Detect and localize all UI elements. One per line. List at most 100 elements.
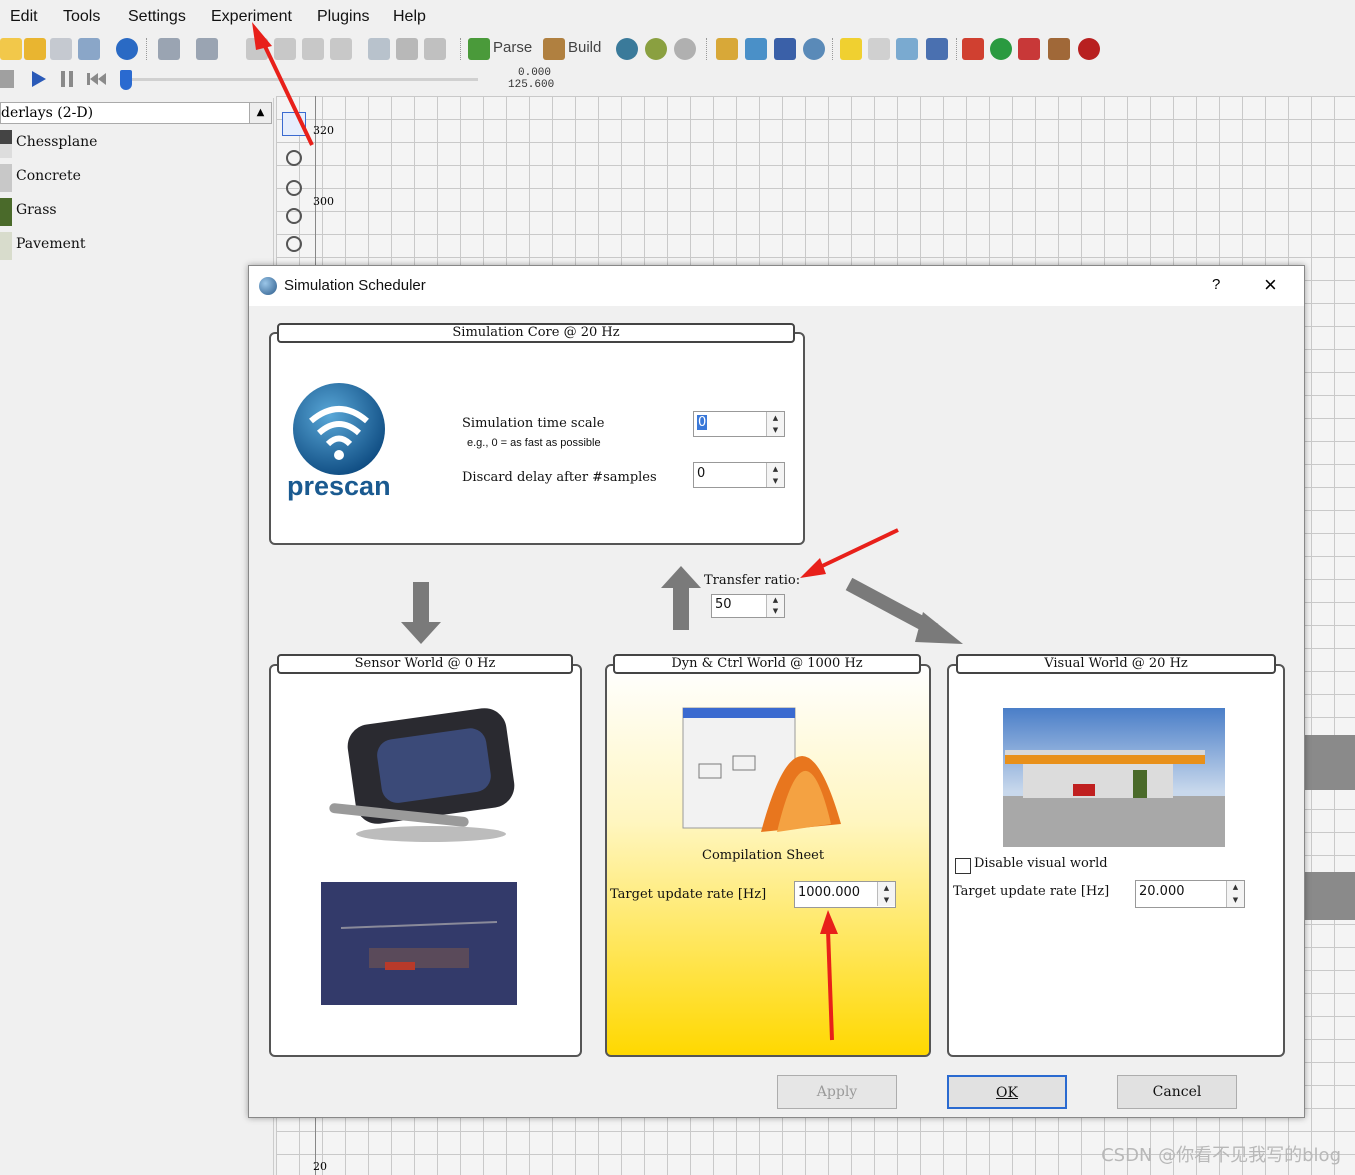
bug-icon[interactable]	[1078, 38, 1100, 60]
build-hammer-icon[interactable]	[543, 38, 565, 60]
calendar-icon[interactable]	[774, 38, 796, 60]
new-icon[interactable]	[0, 38, 22, 60]
simulation-core-title: Simulation Core @ 20 Hz	[277, 323, 795, 343]
draw-icon[interactable]	[745, 38, 767, 60]
rain-icon[interactable]	[896, 38, 918, 60]
menu-tools[interactable]: Tools	[63, 8, 100, 26]
playback-bar: 0.000 125.600	[0, 64, 560, 94]
grid-tool-column	[280, 108, 310, 268]
toolbar-separator	[460, 38, 461, 60]
green-globe-icon[interactable]	[990, 38, 1012, 60]
up-arrow-icon	[661, 566, 701, 630]
transfer-ratio-stepper[interactable]: 50 ▲ ▼	[711, 594, 785, 618]
spin-arrows-icon[interactable]: ▲ ▼	[877, 882, 895, 906]
visual-world-title: Visual World @ 20 Hz	[956, 654, 1276, 674]
overlay-item-concrete[interactable]: Concrete	[0, 162, 272, 192]
close-button[interactable]: ×	[1264, 272, 1277, 298]
time-slider-track[interactable]	[132, 78, 478, 81]
save-as-icon[interactable]	[78, 38, 100, 60]
dialog-title: Simulation Scheduler	[284, 277, 426, 294]
gas-station-image	[1003, 708, 1225, 847]
vehicle-icon[interactable]	[1018, 38, 1040, 60]
ok-button[interactable]: OK	[947, 1075, 1067, 1109]
pointer-tool-icon[interactable]	[282, 112, 306, 136]
pencil-icon[interactable]	[424, 38, 446, 60]
dialog-titlebar: Simulation Scheduler ? ×	[249, 266, 1304, 306]
menu-edit[interactable]: Edit	[10, 8, 38, 26]
sensor-scene-image	[321, 882, 517, 1005]
help-button[interactable]: ?	[1212, 276, 1220, 293]
time-slider-handle[interactable]	[120, 70, 132, 90]
overlay-item-pavement[interactable]: Pavement	[0, 230, 272, 260]
truck-icon[interactable]	[1048, 38, 1070, 60]
disable-visual-world-label: Disable visual world	[974, 856, 1108, 871]
spin-arrows-icon[interactable]: ▲ ▼	[766, 412, 784, 436]
menu-plugins[interactable]: Plugins	[317, 8, 369, 26]
select-all-icon[interactable]	[368, 38, 390, 60]
rewind-icon[interactable]	[0, 70, 14, 88]
pause-icon[interactable]	[58, 70, 76, 88]
overlay-item-chessplane[interactable]: Chessplane	[0, 128, 272, 158]
discard-delay-value: 0	[697, 466, 706, 481]
zoom-out-icon[interactable]	[286, 208, 302, 224]
delete-icon[interactable]	[330, 38, 352, 60]
ruler-icon[interactable]	[716, 38, 738, 60]
spin-arrows-icon[interactable]: ▲ ▼	[1226, 881, 1244, 907]
undo-icon[interactable]	[158, 38, 180, 60]
cancel-button[interactable]: Cancel	[1117, 1075, 1237, 1109]
overlays-header[interactable]: derlays (2-D) ▲	[0, 102, 272, 124]
skip-back-icon[interactable]	[86, 70, 108, 88]
collapse-arrow-icon[interactable]: ▲	[249, 103, 271, 123]
toolbar-separator	[146, 38, 147, 60]
discard-delay-stepper[interactable]: 0 ▲ ▼	[693, 462, 785, 488]
help-icon[interactable]	[116, 38, 138, 60]
toolbar-separator	[706, 38, 707, 60]
zoom-region-icon[interactable]	[286, 236, 302, 252]
parse-button[interactable]: Parse	[493, 39, 532, 56]
menu-settings[interactable]: Settings	[128, 8, 186, 26]
dyn-ctrl-world-title: Dyn & Ctrl World @ 1000 Hz	[613, 654, 921, 674]
wrench-icon[interactable]	[396, 38, 418, 60]
cloud-icon[interactable]	[868, 38, 890, 60]
spin-arrows-icon[interactable]: ▲ ▼	[766, 595, 784, 617]
build-button[interactable]: Build	[568, 39, 601, 56]
world-icon[interactable]	[645, 38, 667, 60]
play-icon[interactable]	[30, 70, 48, 88]
cut-icon[interactable]	[246, 38, 268, 60]
star-icon[interactable]	[840, 38, 862, 60]
menu-experiment[interactable]: Experiment	[211, 8, 292, 26]
zoom-in-icon[interactable]	[286, 180, 302, 196]
sensor-world-title: Sensor World @ 0 Hz	[277, 654, 573, 674]
time-scale-stepper[interactable]: 0 ▲ ▼	[693, 411, 785, 437]
zoom-icon[interactable]	[286, 150, 302, 166]
apply-button[interactable]: Apply	[777, 1075, 897, 1109]
save-icon[interactable]	[50, 38, 72, 60]
road-segment	[1305, 735, 1355, 790]
prescan-logo-icon	[293, 383, 385, 475]
disable-visual-world-checkbox[interactable]	[955, 858, 971, 874]
redo-icon[interactable]	[196, 38, 218, 60]
transfer-ratio-value: 50	[715, 597, 732, 612]
discard-delay-label: Discard delay after #samples	[462, 470, 657, 485]
sphere-icon[interactable]	[674, 38, 696, 60]
road-segment	[1305, 872, 1355, 920]
spin-arrows-icon[interactable]: ▲ ▼	[766, 463, 784, 487]
globe-icon[interactable]	[616, 38, 638, 60]
overlay-item-grass[interactable]: Grass	[0, 196, 272, 226]
app-globe-icon	[259, 277, 277, 295]
menu-help[interactable]: Help	[393, 8, 426, 26]
clock-icon[interactable]	[803, 38, 825, 60]
visual-rate-stepper[interactable]: 20.000 ▲ ▼	[1135, 880, 1245, 908]
dyn-rate-stepper[interactable]: 1000.000 ▲ ▼	[794, 881, 896, 908]
down-arrow-icon	[401, 582, 441, 644]
paste-icon[interactable]	[302, 38, 324, 60]
copy-icon[interactable]	[274, 38, 296, 60]
open-icon[interactable]	[24, 38, 46, 60]
time-scale-label: Simulation time scale	[462, 416, 605, 431]
main-toolbar: Parse Build	[0, 34, 1355, 64]
parse-icon[interactable]	[468, 38, 490, 60]
sensor-device-image	[329, 708, 515, 842]
chart-icon[interactable]	[926, 38, 948, 60]
layers-icon[interactable]	[962, 38, 984, 60]
transfer-ratio-label: Transfer ratio:	[704, 573, 801, 588]
